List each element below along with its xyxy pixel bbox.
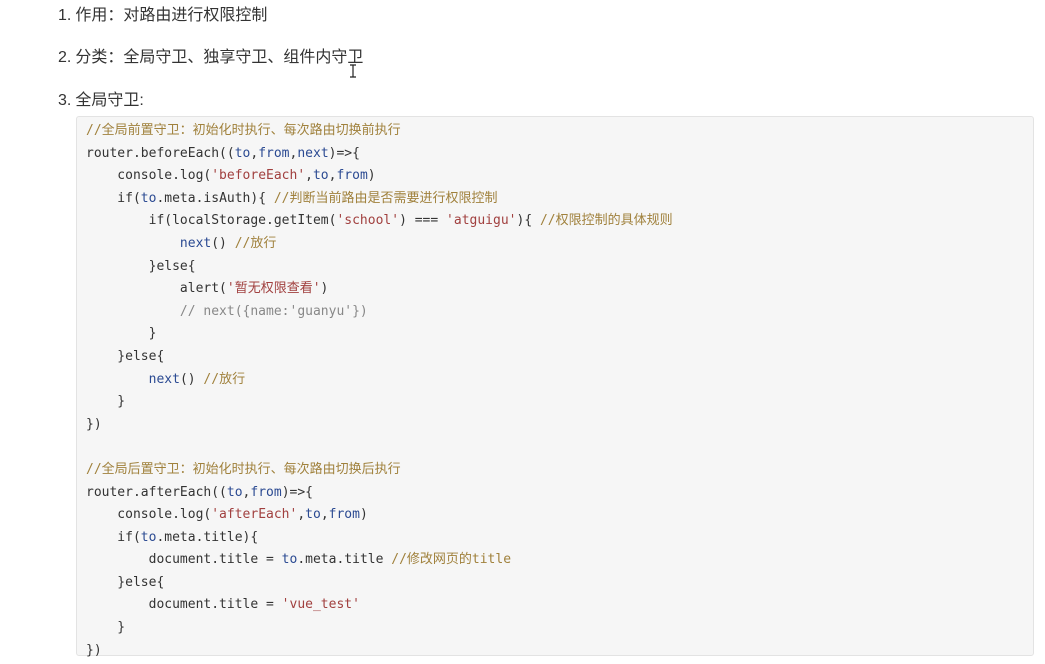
code-token: document.title = <box>86 597 282 613</box>
code-token: ) === <box>399 213 447 229</box>
code-token: }) <box>86 642 102 658</box>
code-token: next <box>297 145 329 161</box>
list-text: 分类：全局守卫、独享守卫、组件内守卫 <box>75 49 364 66</box>
code-line: }) <box>86 640 1033 663</box>
code-line: if(to.meta.isAuth){ //判断当前路由是否需要进行权限控制 <box>86 188 1033 211</box>
code-token: to <box>312 168 329 184</box>
code-token: console.log( <box>86 168 212 184</box>
code-token: ) <box>367 168 376 184</box>
code-token: to <box>226 484 243 500</box>
code-token: alert( <box>86 281 227 297</box>
code-token: 'vue_test' <box>281 597 360 613</box>
code-line: if(localStorage.getItem('school') === 'a… <box>86 210 1033 233</box>
code-token: //权限控制的具体规则 <box>539 213 673 229</box>
code-line: next() //放行 <box>86 369 1033 392</box>
list-item-purpose: 1. 作用：对路由进行权限控制 <box>58 6 267 26</box>
code-token: } <box>86 326 157 342</box>
code-token: from <box>250 484 282 500</box>
code-token: 'school' <box>336 213 400 229</box>
code-token: )=>{ <box>328 145 360 161</box>
list-number: 3. <box>58 92 72 109</box>
code-token: //放行 <box>234 235 277 251</box>
code-token: }else{ <box>86 348 165 364</box>
code-token: from <box>258 145 290 161</box>
code-token: () <box>179 371 204 387</box>
code-line: // next({name:'guanyu'}) <box>86 301 1033 324</box>
code-token: //判断当前路由是否需要进行权限控制 <box>273 190 498 206</box>
code-line: }) <box>86 414 1033 437</box>
code-line: }else{ <box>86 256 1033 279</box>
list-text: 作用：对路由进行权限控制 <box>75 7 268 24</box>
code-token: if(localStorage.getItem( <box>86 213 337 229</box>
code-token: 'atguigu' <box>446 213 517 229</box>
list-number: 2. <box>58 49 72 66</box>
code-line: router.beforeEach((to,from,next)=>{ <box>86 143 1033 166</box>
code-token: router.beforeEach(( <box>86 145 235 161</box>
code-token: from <box>336 168 368 184</box>
code-line: //全局后置守卫：初始化时执行、每次路由切换后执行 <box>86 459 1033 482</box>
code-token: .meta.isAuth){ <box>156 190 274 206</box>
code-token: to <box>140 190 157 206</box>
code-token: router.afterEach(( <box>86 484 227 500</box>
code-line: } <box>86 323 1033 346</box>
code-line: } <box>86 617 1033 640</box>
code-token: } <box>86 394 126 410</box>
code-token: , <box>297 507 306 523</box>
code-line: //全局前置守卫：初始化时执行、每次路由切换前执行 <box>86 120 1033 143</box>
code-line: alert('暂无权限查看') <box>86 278 1033 301</box>
code-token: from <box>328 507 360 523</box>
code-token: if( <box>86 190 141 206</box>
code-token: //全局后置守卫：初始化时执行、每次路由切换后执行 <box>86 461 401 477</box>
code-line: ​ <box>86 436 1033 459</box>
code-token: }else{ <box>86 258 196 274</box>
code-token: 'afterEach' <box>211 507 298 523</box>
code-token: to <box>281 552 298 568</box>
code-block: //全局前置守卫：初始化时执行、每次路由切换前执行 router.beforeEa… <box>76 116 1034 658</box>
code-token: '暂无权限查看' <box>226 281 321 297</box>
code-token: () <box>211 235 235 251</box>
code-line: document.title = 'vue_test' <box>86 594 1033 617</box>
code-token: // next({name:'guanyu'}) <box>86 303 368 319</box>
code-token: //全局前置守卫：初始化时执行、每次路由切换前执行 <box>86 123 401 138</box>
code-line: if(to.meta.title){ <box>86 527 1033 550</box>
code-token: to <box>305 507 321 523</box>
list-item-categories: 2. 分类：全局守卫、独享守卫、组件内守卫 <box>58 48 363 68</box>
code-line: router.afterEach((to,from)=>{ <box>86 482 1033 505</box>
code-line: console.log('afterEach',to,from) <box>86 504 1033 527</box>
code-token: next <box>148 371 180 387</box>
code-line: }else{ <box>86 346 1033 369</box>
code-token: //修改网页的title <box>391 552 512 568</box>
code-token: if( <box>86 529 141 545</box>
code-line: document.title = to.meta.title //修改网页的ti… <box>86 549 1033 572</box>
code-token: .meta.title){ <box>156 529 259 545</box>
code-token: ) <box>320 281 329 297</box>
code-token: next <box>179 235 212 251</box>
code-token: , <box>320 507 329 523</box>
list-item-global-guards: 3. 全局守卫: <box>58 91 144 111</box>
code-token: to <box>234 145 251 161</box>
code-token: }) <box>86 416 102 432</box>
code-token: ){ <box>516 213 540 229</box>
code-token: }else{ <box>86 574 165 590</box>
code-token: console.log( <box>86 507 212 523</box>
code-token: , <box>305 168 313 184</box>
code-line: } <box>86 391 1033 414</box>
code-line: next() //放行 <box>86 233 1033 256</box>
code-token: to <box>140 529 157 545</box>
code-token: 'beforeEach' <box>211 168 306 184</box>
code-token: .meta.title <box>297 552 392 568</box>
code-token: )=>{ <box>281 484 313 500</box>
code-token: //放行 <box>203 371 246 387</box>
text-cursor-icon <box>350 64 356 78</box>
code-token: } <box>86 620 126 636</box>
code-token: document.title = <box>86 552 282 568</box>
code-line: console.log('beforeEach',to,from) <box>86 165 1033 188</box>
code-line: }else{ <box>86 572 1033 595</box>
code-token: ) <box>359 507 368 523</box>
list-number: 1. <box>58 7 72 24</box>
list-text: 全局守卫: <box>75 92 144 109</box>
